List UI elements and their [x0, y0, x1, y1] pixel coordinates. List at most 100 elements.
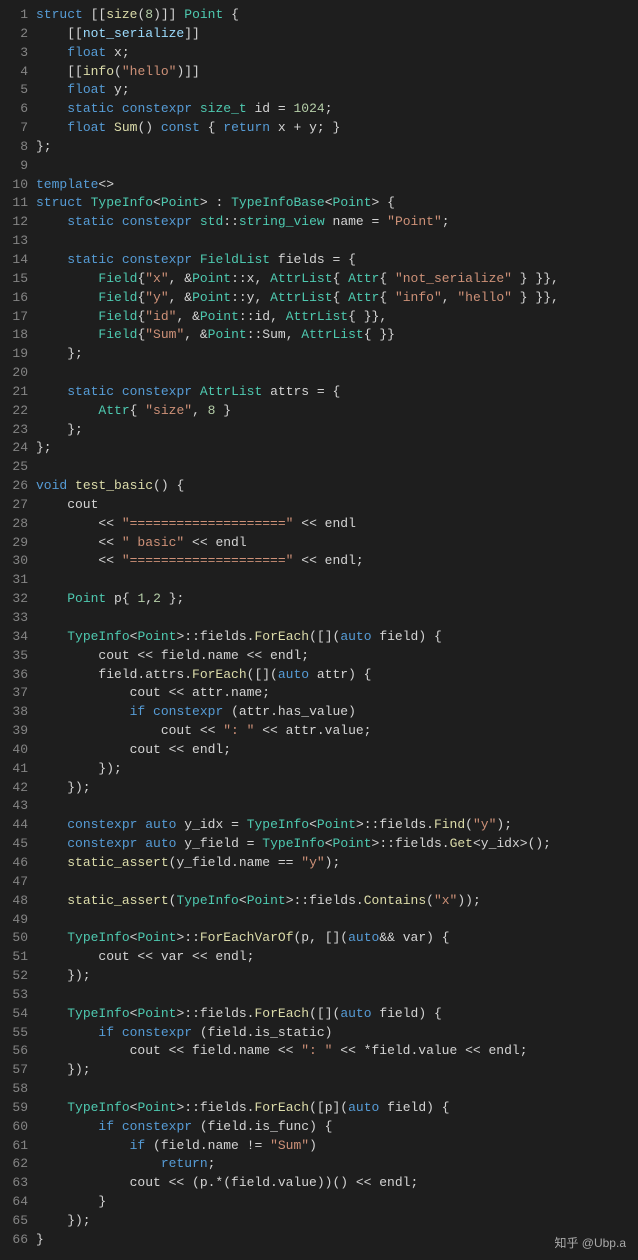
code-line: 53: [0, 986, 638, 1005]
line-number: 16: [0, 289, 36, 308]
code-content: << "====================" << endl;: [36, 552, 364, 571]
line-number: 33: [0, 609, 36, 628]
code-line: 15 Field{"x", &Point::x, AttrList{ Attr{…: [0, 270, 638, 289]
line-number: 49: [0, 911, 36, 930]
line-number: 45: [0, 835, 36, 854]
code-line: 25: [0, 458, 638, 477]
code-line: 14 static constexpr FieldList fields = {: [0, 251, 638, 270]
code-line: 42 });: [0, 779, 638, 798]
code-editor: 1struct [[size(8)]] Point {2 [[not_seria…: [0, 0, 638, 1256]
code-content: if constexpr (field.is_static): [36, 1024, 333, 1043]
line-number: 61: [0, 1137, 36, 1156]
code-content: [[info("hello")]]: [36, 63, 200, 82]
code-line: 33: [0, 609, 638, 628]
code-line: 64 }: [0, 1193, 638, 1212]
line-number: 57: [0, 1061, 36, 1080]
code-line: 23 };: [0, 421, 638, 440]
line-number: 55: [0, 1024, 36, 1043]
code-content: Field{"id", &Point::id, AttrList{ }},: [36, 308, 387, 327]
code-content: Field{"x", &Point::x, AttrList{ Attr{ "n…: [36, 270, 559, 289]
code-line: 35 cout << field.name << endl;: [0, 647, 638, 666]
line-number: 12: [0, 213, 36, 232]
code-content: struct [[size(8)]] Point {: [36, 6, 239, 25]
code-line: 40 cout << endl;: [0, 741, 638, 760]
line-number: 23: [0, 421, 36, 440]
code-line: 9: [0, 157, 638, 176]
line-number: 60: [0, 1118, 36, 1137]
code-line: 48 static_assert(TypeInfo<Point>::fields…: [0, 892, 638, 911]
line-number: 51: [0, 948, 36, 967]
code-line: 50 TypeInfo<Point>::ForEachVarOf(p, [](a…: [0, 929, 638, 948]
code-line: 19 };: [0, 345, 638, 364]
code-content: });: [36, 1061, 91, 1080]
code-content: void test_basic() {: [36, 477, 184, 496]
code-line: 62 return;: [0, 1155, 638, 1174]
code-line: 45 constexpr auto y_field = TypeInfo<Poi…: [0, 835, 638, 854]
code-content: static_assert(y_field.name == "y");: [36, 854, 340, 873]
line-number: 66: [0, 1231, 36, 1250]
code-line: 38 if constexpr (attr.has_value): [0, 703, 638, 722]
code-content: Attr{ "size", 8 }: [36, 402, 231, 421]
code-content: cout << endl;: [36, 741, 231, 760]
line-number: 17: [0, 308, 36, 327]
code-content: Field{"y", &Point::y, AttrList{ Attr{ "i…: [36, 289, 559, 308]
code-line: 32 Point p{ 1,2 };: [0, 590, 638, 609]
line-number: 14: [0, 251, 36, 270]
code-content: static constexpr size_t id = 1024;: [36, 100, 333, 119]
code-line: 5 float y;: [0, 81, 638, 100]
watermark: 知乎 @Ubp.a: [554, 1235, 626, 1252]
code-line: 1struct [[size(8)]] Point {: [0, 6, 638, 25]
line-number: 24: [0, 439, 36, 458]
code-line: 59 TypeInfo<Point>::fields.ForEach([p](a…: [0, 1099, 638, 1118]
code-line: 16 Field{"y", &Point::y, AttrList{ Attr{…: [0, 289, 638, 308]
code-line: 60 if constexpr (field.is_func) {: [0, 1118, 638, 1137]
line-number: 59: [0, 1099, 36, 1118]
line-number: 38: [0, 703, 36, 722]
line-number: 31: [0, 571, 36, 590]
line-number: 9: [0, 157, 36, 176]
code-line: 36 field.attrs.ForEach([](auto attr) {: [0, 666, 638, 685]
line-number: 20: [0, 364, 36, 383]
line-number: 65: [0, 1212, 36, 1231]
code-content: Field{"Sum", &Point::Sum, AttrList{ }}: [36, 326, 395, 345]
line-number: 32: [0, 590, 36, 609]
line-number: 30: [0, 552, 36, 571]
code-content: };: [36, 138, 52, 157]
code-content: static constexpr AttrList attrs = {: [36, 383, 340, 402]
code-line: 10template<>: [0, 176, 638, 195]
code-content: float Sum() const { return x + y; }: [36, 119, 340, 138]
line-number: 37: [0, 684, 36, 703]
code-content: [[not_serialize]]: [36, 25, 200, 44]
code-line: 46 static_assert(y_field.name == "y");: [0, 854, 638, 873]
line-number: 46: [0, 854, 36, 873]
line-number: 35: [0, 647, 36, 666]
line-number: 43: [0, 797, 36, 816]
line-number: 64: [0, 1193, 36, 1212]
code-line: 43: [0, 797, 638, 816]
code-line: 28 << "====================" << endl: [0, 515, 638, 534]
line-number: 42: [0, 779, 36, 798]
line-number: 26: [0, 477, 36, 496]
line-number: 47: [0, 873, 36, 892]
code-line: 58: [0, 1080, 638, 1099]
line-number: 25: [0, 458, 36, 477]
code-line: 21 static constexpr AttrList attrs = {: [0, 383, 638, 402]
code-line: 41 });: [0, 760, 638, 779]
line-number: 22: [0, 402, 36, 421]
code-line: 8};: [0, 138, 638, 157]
line-number: 36: [0, 666, 36, 685]
code-content: if (field.name != "Sum"): [36, 1137, 317, 1156]
code-line: 7 float Sum() const { return x + y; }: [0, 119, 638, 138]
line-number: 40: [0, 741, 36, 760]
line-number: 8: [0, 138, 36, 157]
code-line: 65 });: [0, 1212, 638, 1231]
code-line: 26void test_basic() {: [0, 477, 638, 496]
code-content: Point p{ 1,2 };: [36, 590, 184, 609]
line-number: 1: [0, 6, 36, 25]
line-number: 10: [0, 176, 36, 195]
code-content: cout << ": " << attr.value;: [36, 722, 371, 741]
code-content: constexpr auto y_field = TypeInfo<Point>…: [36, 835, 551, 854]
line-number: 2: [0, 25, 36, 44]
line-number: 21: [0, 383, 36, 402]
code-line: 52 });: [0, 967, 638, 986]
